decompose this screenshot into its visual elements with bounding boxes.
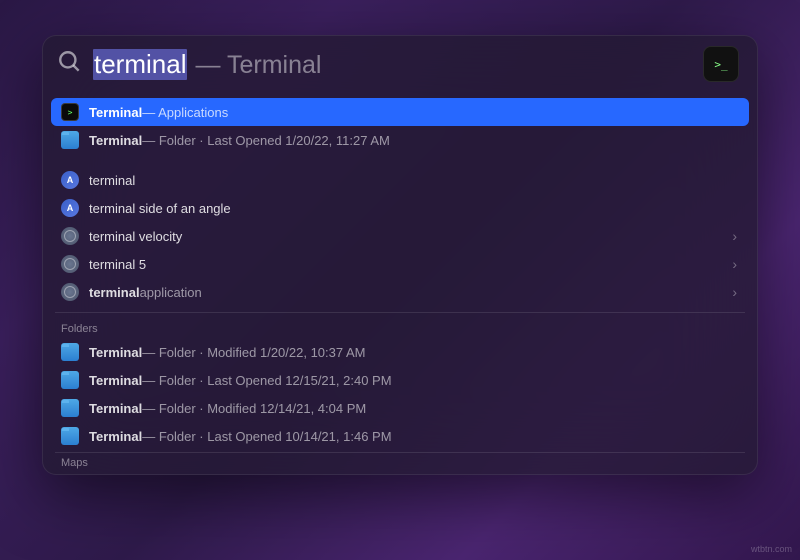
- suggestion-text: terminal side of an angle: [89, 201, 231, 216]
- suggestion-text: terminal velocity: [89, 229, 182, 244]
- search-row: terminal — Terminal >_: [43, 36, 757, 92]
- spotlight-window: terminal — Terminal >_ Terminal — Applic…: [42, 35, 758, 475]
- chevron-right-icon: ›: [732, 228, 737, 244]
- folder-result[interactable]: Terminal — Folder · Modified 1/20/22, 10…: [51, 338, 749, 366]
- result-meta: — Folder · Modified 1/20/22, 10:37 AM: [142, 345, 365, 360]
- folder-result[interactable]: Terminal — Folder · Last Opened 10/14/21…: [51, 422, 749, 450]
- suggestion-text: terminal: [89, 173, 135, 188]
- section-label-maps: Maps: [51, 453, 749, 472]
- folder-icon: [61, 371, 79, 389]
- folder-icon: [61, 427, 79, 445]
- search-query-selected: terminal: [93, 49, 187, 80]
- suggestion-text-bold: terminal: [89, 285, 140, 300]
- suggestion-text: terminal 5: [89, 257, 146, 272]
- suggestion-item[interactable]: terminal velocity ›: [51, 222, 749, 250]
- suggestion-item[interactable]: terminal 5 ›: [51, 250, 749, 278]
- result-meta: — Applications: [142, 105, 228, 120]
- suggestion-item[interactable]: terminal side of an angle: [51, 194, 749, 222]
- terminal-app-icon: [61, 103, 79, 121]
- web-search-icon: [61, 283, 79, 301]
- watermark: wtbtn.com: [751, 544, 792, 554]
- web-search-icon: [61, 227, 79, 245]
- search-completion: — Terminal: [195, 51, 321, 80]
- folder-result[interactable]: Terminal — Folder · Modified 12/14/21, 4…: [51, 394, 749, 422]
- result-name: Terminal: [89, 401, 142, 416]
- section-label-folders: Folders: [51, 319, 749, 338]
- result-name: Terminal: [89, 429, 142, 444]
- result-meta: — Folder · Last Opened 10/14/21, 1:46 PM: [142, 429, 391, 444]
- results-list: Terminal — Applications Terminal — Folde…: [43, 92, 757, 474]
- folder-icon: [61, 399, 79, 417]
- dictionary-icon: [61, 171, 79, 189]
- folder-icon: [61, 131, 79, 149]
- app-preview-icon: >_: [703, 46, 739, 82]
- section-divider: [55, 312, 745, 313]
- web-search-icon: [61, 255, 79, 273]
- result-meta: — Folder · Modified 12/14/21, 4:04 PM: [142, 401, 366, 416]
- folder-icon: [61, 343, 79, 361]
- result-meta: — Folder · Last Opened 12/15/21, 2:40 PM: [142, 373, 391, 388]
- result-folder[interactable]: Terminal — Folder · Last Opened 1/20/22,…: [51, 126, 749, 154]
- suggestion-text-dim: application: [140, 285, 202, 300]
- search-input[interactable]: terminal — Terminal: [93, 49, 703, 80]
- result-name: Terminal: [89, 133, 142, 148]
- result-name: Terminal: [89, 105, 142, 120]
- chevron-right-icon: ›: [732, 284, 737, 300]
- suggestion-item[interactable]: terminal: [51, 166, 749, 194]
- result-top-hit[interactable]: Terminal — Applications: [51, 98, 749, 126]
- folder-result[interactable]: Terminal — Folder · Last Opened 12/15/21…: [51, 366, 749, 394]
- result-name: Terminal: [89, 373, 142, 388]
- chevron-right-icon: ›: [732, 256, 737, 272]
- suggestion-item[interactable]: terminal application ›: [51, 278, 749, 306]
- dictionary-icon: [61, 199, 79, 217]
- result-name: Terminal: [89, 345, 142, 360]
- result-meta: — Folder · Last Opened 1/20/22, 11:27 AM: [142, 133, 390, 148]
- search-icon: [57, 49, 83, 80]
